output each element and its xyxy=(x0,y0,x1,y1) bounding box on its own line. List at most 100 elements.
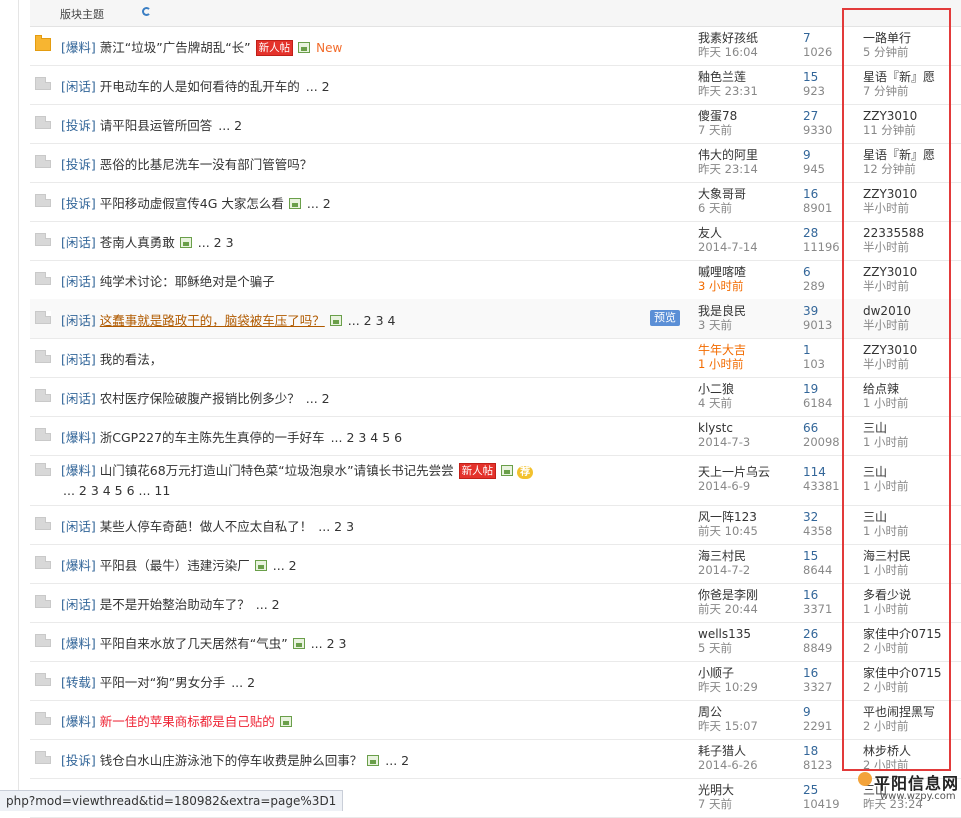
page-links[interactable]: ... 2 xyxy=(306,79,330,94)
thread-title-link[interactable]: 请平阳县运管所回答 xyxy=(100,118,213,133)
table-row[interactable]: [闲话] 苍南人真勇敢... 2 3 友人 2014-7-14 28 11196 2233… xyxy=(30,221,961,261)
author-link[interactable]: 嘁哩喀喳 xyxy=(698,265,793,279)
author-link[interactable]: 小顺子 xyxy=(698,666,793,680)
author-link[interactable]: 周公 xyxy=(698,705,793,719)
thread-title-link[interactable]: 钱仓白水山庄游泳池下的停车收费是肿么回事？ xyxy=(100,753,363,768)
preview-button[interactable]: 预览 xyxy=(650,310,680,326)
author-link[interactable]: 你爸是李刚 xyxy=(698,588,793,602)
thread-title-link[interactable]: 农村医疗保险破腹产报销比例多少？ xyxy=(100,391,300,406)
category-link[interactable]: [闲话] xyxy=(61,79,96,94)
table-row[interactable]: [爆料] 平阳县（最牛）违建污染厂... 2 海三村民 2014-7-2 15 8644… xyxy=(30,544,961,584)
table-row[interactable]: [投诉] 钱仓白水山庄游泳池下的停车收费是肿么回事？ ... 2 耗子猎人 2014-… xyxy=(30,739,961,779)
table-row[interactable]: [爆料] 新一佳的苹果商标都是自己贴的 周公 昨天 15:07 9 2291 平也闹捏黑写… xyxy=(30,700,961,740)
table-row[interactable]: [闲话] 纯学术讨论：耶稣绝对是个骗子 嘁哩喀喳 3 小时前 6 289 ZZY3010 半… xyxy=(30,260,961,300)
category-link[interactable]: [闲话] xyxy=(61,313,96,328)
page-links[interactable]: ... 2 3 4 5 6 xyxy=(331,430,403,445)
category-link[interactable]: [投诉] xyxy=(61,118,96,133)
author-link[interactable]: 大象哥哥 xyxy=(698,187,793,201)
thread-title-link[interactable]: 平阳县（最牛）违建污染厂 xyxy=(100,558,250,573)
author-link[interactable]: 天上一片乌云 xyxy=(698,466,793,479)
thread-author-cell: 小二狼 4 天前 xyxy=(698,382,793,410)
thread-title-link[interactable]: 苍南人真勇敢 xyxy=(100,235,175,250)
table-row[interactable]: [爆料] 平阳自来水放了几天居然有“气虫” ... 2 3 wells135 5 天前… xyxy=(30,622,961,662)
thread-title-link[interactable]: 山门镇花68万元打造山门特色菜“垃圾泡泉水”请镇长书记先尝尝 xyxy=(100,463,454,478)
author-link[interactable]: 伟大的阿里 xyxy=(698,148,793,162)
thread-title-link[interactable]: 恶俗的比基尼洗车一没有部门管管吗？ xyxy=(100,157,313,172)
author-link[interactable]: 我是良民 xyxy=(698,304,793,318)
thread-title-link[interactable]: 纯学术讨论：耶稣绝对是个骗子 xyxy=(100,274,275,289)
table-row[interactable]: [闲话] 是不是开始整治助动车了？... 2 你爸是李刚 前天 20:44 16 337… xyxy=(30,583,961,623)
category-link[interactable]: [转载] xyxy=(61,675,96,690)
table-row[interactable]: [闲话] 某些人停车奇葩！做人不应太自私了！ ... 2 3 风一阵123 前天 10… xyxy=(30,505,961,545)
page-links[interactable]: ... 2 xyxy=(218,118,242,133)
category-link[interactable]: [爆料] xyxy=(61,40,96,55)
category-link[interactable]: [爆料] xyxy=(61,714,96,729)
page-links[interactable]: ... 2 xyxy=(256,597,280,612)
table-row[interactable]: [闲话] 农村医疗保险破腹产报销比例多少？... 2 小二狼 4 天前 19 6184 给… xyxy=(30,377,961,417)
category-link[interactable]: [投诉] xyxy=(61,157,96,172)
author-link[interactable]: 我素好孩纸 xyxy=(698,31,793,45)
author-link[interactable]: 牛年大吉 xyxy=(698,343,793,357)
author-link[interactable]: 光明大 xyxy=(698,783,793,797)
thread-title-link[interactable]: 这蠢事就是路政干的，脑袋被车压了吗？ xyxy=(100,313,325,328)
table-row[interactable]: [爆料] 萧江“垃圾”广告牌胡乱“长” 新人帖 New 我素好孩纸 昨天 16:04 7 1… xyxy=(30,26,961,66)
thread-title-link[interactable]: 新一佳的苹果商标都是自己贴的 xyxy=(100,714,275,729)
table-row[interactable]: [闲话] 这蠢事就是路政干的，脑袋被车压了吗？ ... 2 3 4 预览 我是良民 3 … xyxy=(30,299,961,339)
author-link[interactable]: 友人 xyxy=(698,226,793,240)
reply-count[interactable]: 25 xyxy=(803,783,863,797)
thread-title-link[interactable]: 平阳自来水放了几天居然有“气虫” xyxy=(100,636,288,651)
author-link[interactable]: 傻蛋78 xyxy=(698,109,793,123)
author-link[interactable]: klystc xyxy=(698,421,793,435)
page-links[interactable]: ... 2 3 xyxy=(311,636,347,651)
page-links[interactable]: ... 2 3 xyxy=(318,519,354,534)
author-link[interactable]: 釉色兰莲 xyxy=(698,70,793,84)
page-links[interactable]: ... 2 3 4 xyxy=(348,313,396,328)
table-row[interactable]: [爆料] 山门镇花68万元打造山门特色菜“垃圾泡泉水”请镇长书记先尝尝 新人帖 荐.… xyxy=(30,455,961,506)
author-link[interactable]: wells135 xyxy=(698,627,793,641)
table-row[interactable]: [爆料] 浙CGP227的车主陈先生真停的一手好车 ... 2 3 4 5 6 kl… xyxy=(30,416,961,456)
image-attachment-icon xyxy=(279,716,292,727)
page-links[interactable]: ... 2 3 xyxy=(198,235,234,250)
author-link[interactable]: 海三村民 xyxy=(698,549,793,563)
table-row[interactable]: [转载] 平阳一对“狗”男女分手... 2 小顺子 昨天 10:29 16 3327 家佳… xyxy=(30,661,961,701)
category-link[interactable]: [闲话] xyxy=(61,274,96,289)
table-row[interactable]: [闲话] 开电动车的人是如何看待的乱开车的... 2 釉色兰莲 昨天 23:31 15… xyxy=(30,65,961,105)
category-link[interactable]: [爆料] xyxy=(61,463,96,478)
thread-title-link[interactable]: 萧江“垃圾”广告牌胡乱“长” xyxy=(100,40,251,55)
thread-title-link[interactable]: 是不是开始整治助动车了？ xyxy=(100,597,250,612)
category-link[interactable]: [闲话] xyxy=(61,597,96,612)
page-links[interactable]: ... 2 xyxy=(385,753,409,768)
category-link[interactable]: [投诉] xyxy=(61,196,96,211)
table-row[interactable]: [投诉] 恶俗的比基尼洗车一没有部门管管吗？ 伟大的阿里 昨天 23:14 9 945 星… xyxy=(30,143,961,183)
category-link[interactable]: [爆料] xyxy=(61,636,96,651)
thread-title-link[interactable]: 平阳移动虚假宣传4G 大家怎么看 xyxy=(100,196,284,211)
author-link[interactable]: 风一阵123 xyxy=(698,510,793,524)
thread-title-link[interactable]: 某些人停车奇葩！做人不应太自私了！ xyxy=(100,519,313,534)
refresh-icon[interactable] xyxy=(142,7,151,16)
table-row[interactable]: [投诉] 请平阳县运管所回答... 2 傻蛋78 7 天前 27 9330 ZZY3010… xyxy=(30,104,961,144)
page-links[interactable]: ... 2 xyxy=(273,558,297,573)
author-link[interactable]: 小二狼 xyxy=(698,382,793,396)
page-links[interactable]: ... 2 xyxy=(307,196,331,211)
thread-title-link[interactable]: 我的看法， xyxy=(100,352,163,367)
table-row[interactable]: [闲话] 我的看法， 牛年大吉 1 小时前 1 103 ZZY3010 半小时前 xyxy=(30,338,961,378)
category-link[interactable]: [闲话] xyxy=(61,391,96,406)
category-link[interactable]: [闲话] xyxy=(61,235,96,250)
page-links[interactable]: ... 2 3 4 5 6 ... 11 xyxy=(63,483,170,498)
thread-title-link[interactable]: 平阳一对“狗”男女分手 xyxy=(100,675,225,690)
post-date: 昨天 16:04 xyxy=(698,44,758,59)
thread-author-cell: wells135 5 天前 xyxy=(698,627,793,655)
category-link[interactable]: [爆料] xyxy=(61,430,96,445)
post-date: 6 天前 xyxy=(698,200,732,215)
category-link[interactable]: [闲话] xyxy=(61,519,96,534)
page-links[interactable]: ... 2 xyxy=(231,675,255,690)
category-link[interactable]: [闲话] xyxy=(61,352,96,367)
thread-title-link[interactable]: 开电动车的人是如何看待的乱开车的 xyxy=(100,79,300,94)
thread-title-line: [闲话] 开电动车的人是如何看待的乱开车的 ... 2 xyxy=(61,76,330,95)
thread-title-link[interactable]: 浙CGP227的车主陈先生真停的一手好车 xyxy=(100,430,325,445)
table-row[interactable]: [投诉] 平阳移动虚假宣传4G 大家怎么看... 2 大象哥哥 6 天前 16 8901… xyxy=(30,182,961,222)
category-link[interactable]: [爆料] xyxy=(61,558,96,573)
category-link[interactable]: [投诉] xyxy=(61,753,96,768)
author-link[interactable]: 耗子猎人 xyxy=(698,744,793,758)
page-links[interactable]: ... 2 xyxy=(306,391,330,406)
